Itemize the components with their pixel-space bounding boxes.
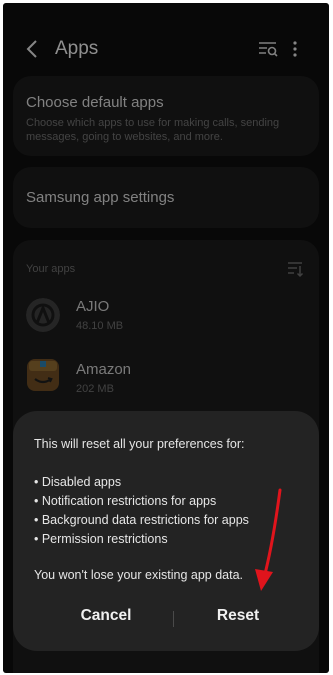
cancel-button[interactable]: Cancel	[51, 607, 161, 625]
dialog-bullet: • Permission restrictions	[34, 532, 168, 546]
reset-button[interactable]: Reset	[183, 607, 293, 625]
dialog-bullet: • Notification restrictions for apps	[34, 494, 217, 508]
dialog-bullet: • Background data restrictions for apps	[34, 513, 249, 527]
dialog-note-text: You won't lose your existing app data.	[34, 568, 244, 582]
button-divider	[173, 611, 174, 627]
dialog-bullet: • Disabled apps	[34, 475, 122, 489]
reset-preferences-dialog: This will reset all your preferences for…	[13, 411, 319, 651]
dialog-intro-text: This will reset all your preferences for…	[34, 437, 245, 451]
app-screen: Apps Choose default apps Choose which ap…	[3, 3, 329, 673]
